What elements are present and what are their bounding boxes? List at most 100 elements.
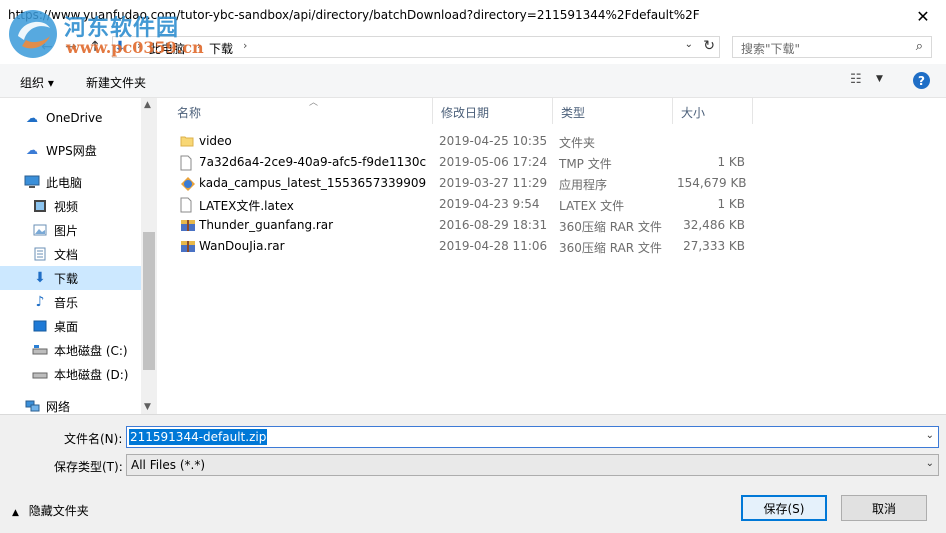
chevron-down-icon[interactable]: ⌄ [926, 458, 934, 469]
folder-icon [180, 134, 194, 150]
search-input[interactable]: 搜索"下载" ⌕ [732, 36, 932, 58]
table-row[interactable]: video 2019-04-25 10:35 文件夹 [157, 131, 946, 152]
column-header-name[interactable]: 名称 ︿ [169, 98, 433, 124]
chevron-up-icon: ▲ [12, 508, 19, 518]
file-size: 32,486 KB [683, 218, 745, 232]
pictures-folder-icon [32, 222, 48, 238]
file-icon [180, 155, 194, 171]
nav-item-music[interactable]: ♪ 音乐 [0, 290, 141, 314]
file-type: 应用程序 [559, 178, 608, 192]
nav-item-videos[interactable]: 视频 [0, 194, 141, 218]
filetype-select[interactable]: All Files (*.*) ⌄ [126, 454, 939, 476]
scrollbar-thumb[interactable] [143, 232, 155, 370]
nav-item-pictures[interactable]: 图片 [0, 218, 141, 242]
breadcrumb-downloads[interactable]: 下载 [209, 40, 233, 57]
filetype-label: 保存类型(T): [54, 460, 123, 474]
column-header-date[interactable]: 修改日期 [433, 98, 553, 124]
column-header-label: 大小 [681, 106, 706, 120]
file-date: 2019-04-23 9:54 [439, 197, 540, 211]
nav-item-onedrive[interactable]: ☁ OneDrive [0, 106, 141, 130]
hide-folders-toggle[interactable]: ▲ 隐藏文件夹 [12, 502, 89, 519]
address-bar[interactable]: ⬇ › 此电脑 › 下载 › ⌄ ↻ [112, 36, 720, 58]
table-row[interactable]: kada_campus_latest_1553657339909.... 201… [157, 173, 946, 194]
nav-item-wps-cloud[interactable]: ☁ WPS网盘 [0, 138, 141, 162]
file-name: kada_campus_latest_1553657339909.... [199, 176, 427, 190]
table-row[interactable]: Thunder_guanfang.rar 2016-08-29 18:31 36… [157, 215, 946, 236]
chevron-down-icon[interactable]: ⌄ [926, 430, 934, 441]
nav-item-label: WPS网盘 [46, 143, 97, 158]
file-date: 2019-04-28 11:06 [439, 239, 548, 253]
nav-item-this-pc[interactable]: 此电脑 [0, 170, 141, 194]
file-type: 360压缩 RAR 文件 [559, 241, 662, 255]
view-dropdown-icon[interactable]: ▼ [876, 74, 883, 84]
file-date: 2019-05-06 17:24 [439, 155, 548, 169]
new-folder-button[interactable]: 新建文件夹 [86, 74, 146, 91]
close-button[interactable]: ✕ [900, 0, 946, 32]
address-row: ← → ↑ ⬇ › 此电脑 › 下载 › ⌄ ↻ 搜索"下载" ⌕ [0, 32, 946, 62]
hide-folders-label: 隐藏文件夹 [28, 504, 89, 518]
file-list: 名称 ︿ 修改日期 类型 大小 video 2019-04-25 10:35 文… [157, 98, 946, 414]
cancel-button[interactable]: 取消 [841, 495, 927, 521]
crumb-separator-icon[interactable]: › [197, 39, 201, 52]
help-icon[interactable]: ? [913, 72, 930, 89]
file-type: TMP 文件 [559, 157, 612, 171]
column-header-type[interactable]: 类型 [553, 98, 673, 124]
search-icon[interactable]: ⌕ [916, 39, 923, 54]
file-name: 7a32d6a4-2ce9-40a9-afc5-f9de1130c... [199, 155, 427, 169]
scroll-down-icon[interactable]: ▼ [144, 402, 151, 412]
nav-item-drive-c[interactable]: 本地磁盘 (C:) [0, 338, 141, 362]
nav-item-downloads[interactable]: ⬇ 下载 [0, 266, 141, 290]
nav-item-label: 桌面 [54, 319, 79, 334]
up-arrow-icon[interactable]: ↑ [84, 37, 106, 57]
filename-value: 211591344-default.zip [129, 429, 268, 445]
crumb-separator-icon[interactable]: › [243, 39, 247, 52]
documents-folder-icon [32, 246, 48, 262]
title-bar: https://www.yuanfudao.com/tutor-ybc-sand… [0, 0, 946, 32]
column-header-label: 类型 [561, 106, 586, 120]
nav-item-label: 视频 [54, 199, 79, 214]
file-type: 360压缩 RAR 文件 [559, 220, 662, 234]
filetype-value: All Files (*.*) [131, 458, 206, 472]
filename-label: 文件名(N): [64, 432, 123, 446]
file-date: 2016-08-29 18:31 [439, 218, 548, 232]
refresh-icon[interactable]: ↻ [703, 38, 715, 54]
nav-item-drive-d[interactable]: 本地磁盘 (D:) [0, 362, 141, 386]
drive-c-icon [32, 342, 48, 358]
nav-scrollbar[interactable]: ▲ ▼ [141, 98, 157, 414]
nav-item-documents[interactable]: 文档 [0, 242, 141, 266]
nav-item-desktop[interactable]: 桌面 [0, 314, 141, 338]
desktop-folder-icon [32, 318, 48, 334]
nav-item-label: OneDrive [46, 111, 103, 125]
view-options-icon[interactable]: ☷ [850, 72, 862, 87]
file-date: 2019-03-27 11:29 [439, 176, 548, 190]
column-header-size[interactable]: 大小 [673, 98, 753, 124]
save-button[interactable]: 保存(S) [741, 495, 827, 521]
nav-item-label: 下载 [54, 271, 79, 286]
file-date: 2019-04-25 10:35 [439, 134, 548, 148]
organize-button[interactable]: 组织 ▾ [20, 74, 54, 91]
app-icon [180, 176, 195, 192]
forward-arrow-icon[interactable]: → [60, 37, 82, 57]
video-folder-icon [32, 198, 48, 214]
filename-input[interactable]: 211591344-default.zip ⌄ [126, 426, 939, 448]
table-row[interactable]: WanDouJia.rar 2019-04-28 11:06 360压缩 RAR… [157, 236, 946, 257]
back-arrow-icon[interactable]: ← [36, 37, 58, 57]
scroll-up-icon[interactable]: ▲ [144, 100, 151, 110]
file-name: WanDouJia.rar [199, 239, 285, 253]
address-dropdown-icon[interactable]: ⌄ [685, 39, 693, 50]
file-name: video [199, 134, 232, 148]
crumb-separator-icon[interactable]: › [137, 39, 141, 52]
file-icon [180, 197, 194, 213]
network-icon [24, 398, 40, 414]
rar-icon [180, 239, 195, 255]
file-size: 27,333 KB [683, 239, 745, 253]
file-size: 1 KB [717, 197, 745, 211]
nav-item-label: 图片 [54, 223, 79, 238]
breadcrumb-this-pc[interactable]: 此电脑 [149, 40, 185, 57]
nav-item-label: 文档 [54, 247, 79, 262]
save-form: 文件名(N): 211591344-default.zip ⌄ 保存类型(T):… [0, 414, 946, 533]
search-placeholder: 搜索"下载" [741, 42, 801, 56]
table-row[interactable]: LATEX文件.latex 2019-04-23 9:54 LATEX 文件 1… [157, 194, 946, 215]
computer-icon [24, 174, 40, 190]
table-row[interactable]: 7a32d6a4-2ce9-40a9-afc5-f9de1130c... 201… [157, 152, 946, 173]
